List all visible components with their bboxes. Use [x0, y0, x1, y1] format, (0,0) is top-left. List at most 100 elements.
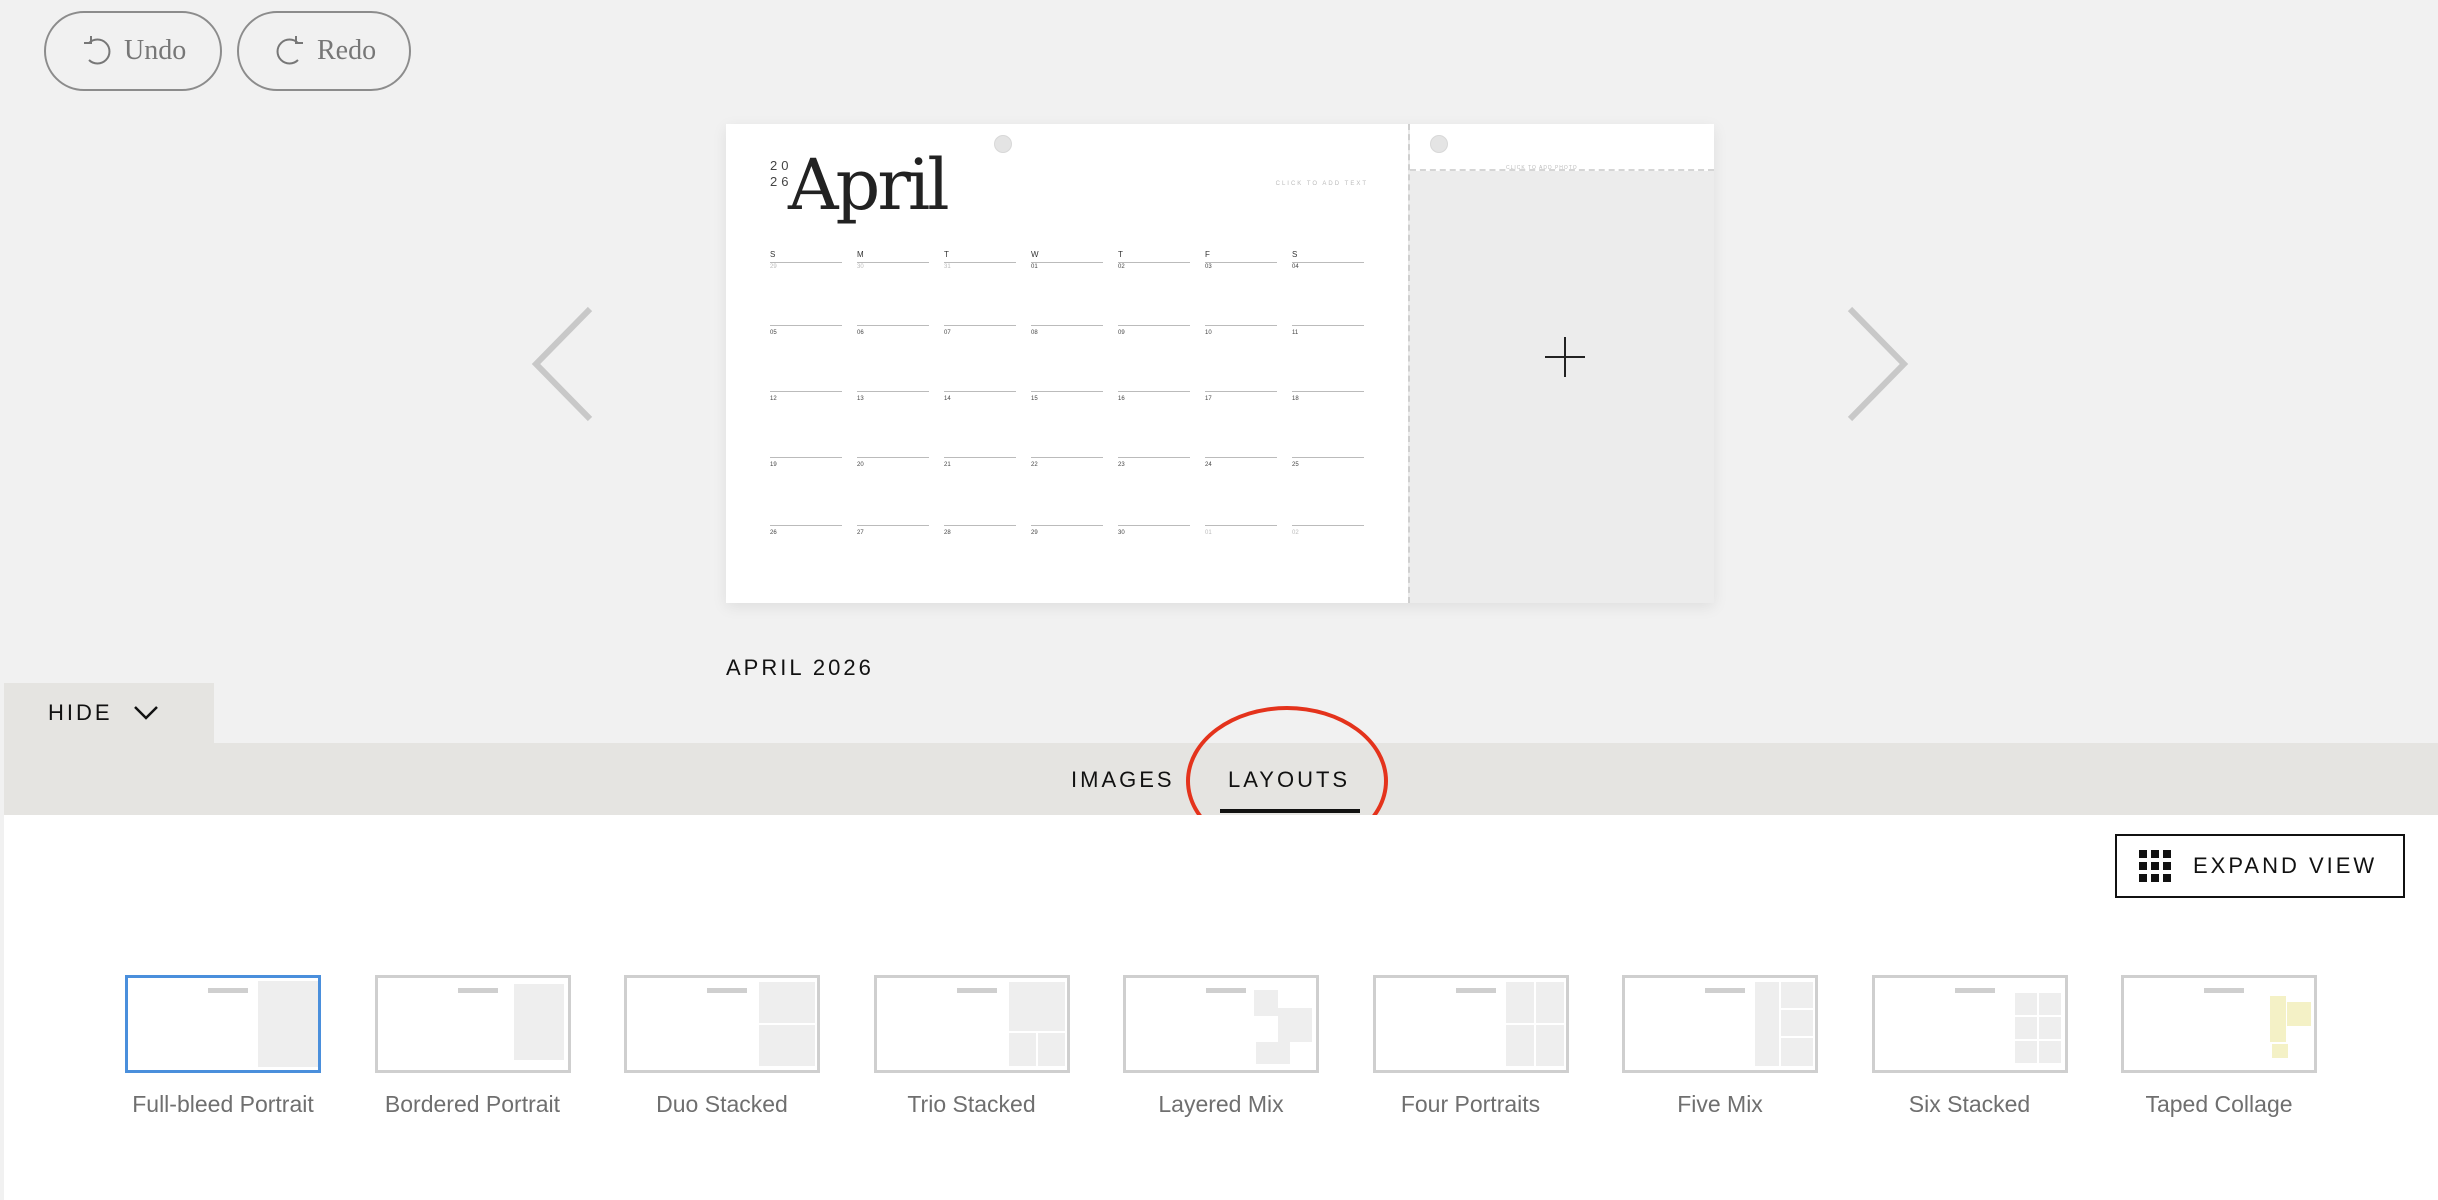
calendar-day[interactable]: 14 [944, 396, 951, 402]
thumbnail-photo-slot [2014, 1041, 2037, 1063]
day-rule [857, 325, 929, 326]
layout-option[interactable]: Four Portraits [1371, 975, 1571, 1118]
redo-button[interactable]: Redo [237, 11, 411, 91]
calendar-page[interactable]: 20 26 April CLICK TO ADD TEXT S M T W T F S 29 3… [726, 124, 1408, 603]
calendar-day[interactable]: 10 [1205, 330, 1212, 336]
layout-thumbnail[interactable] [1871, 975, 2068, 1073]
thumbnail-title-bar [956, 988, 997, 993]
layout-thumbnail[interactable] [873, 975, 1070, 1073]
chevron-left-icon[interactable] [530, 305, 600, 423]
calendar-day[interactable]: 24 [1205, 462, 1212, 468]
thumbnail-photo-slot [1535, 982, 1564, 1023]
calendar-day[interactable]: 01 [1205, 530, 1212, 536]
day-rule [1118, 325, 1190, 326]
calendar-day[interactable]: 02 [1118, 264, 1125, 270]
layout-option[interactable]: Five Mix [1620, 975, 1820, 1118]
calendar-day[interactable]: 05 [770, 330, 777, 336]
calendar-day[interactable]: 29 [1031, 530, 1038, 536]
thumbnail-title-bar [1455, 988, 1496, 993]
thumbnail-photo-slot [2038, 1017, 2061, 1039]
weekday-label: W [1031, 250, 1039, 259]
weekday-label: F [1205, 250, 1210, 259]
expand-view-button[interactable]: EXPAND VIEW [2115, 834, 2405, 898]
thumbnail-photo-slot [2038, 993, 2061, 1015]
chevron-right-icon[interactable] [1840, 305, 1910, 423]
layout-option[interactable]: Taped Collage [2119, 975, 2319, 1118]
redo-icon [276, 36, 303, 65]
layout-thumbnail[interactable] [374, 975, 571, 1073]
calendar-day[interactable]: 13 [857, 396, 864, 402]
layout-thumbnail[interactable] [1622, 975, 1818, 1073]
calendar-day[interactable]: 17 [1205, 396, 1212, 402]
layout-thumbnail[interactable] [2121, 975, 2317, 1073]
thumbnail-photo-slot [1256, 1042, 1290, 1064]
weekday-label: S [1292, 250, 1298, 259]
calendar-day[interactable]: 12 [770, 396, 777, 402]
calendar-day[interactable]: 28 [944, 530, 951, 536]
calendar-day[interactable]: 04 [1292, 264, 1299, 270]
weekday-label: M [857, 250, 864, 259]
layout-label: Taped Collage [2145, 1091, 2293, 1117]
layout-option[interactable]: Duo Stacked [622, 975, 822, 1118]
calendar-day[interactable]: 09 [1118, 330, 1125, 336]
calendar-day[interactable]: 22 [1031, 462, 1038, 468]
calendar-day[interactable]: 01 [1031, 264, 1038, 270]
day-rule [857, 391, 929, 392]
add-text-prompt[interactable]: CLICK TO ADD TEXT [1276, 181, 1368, 187]
tab-images[interactable]: IMAGES [1071, 767, 1175, 793]
layout-label: Six Stacked [1908, 1091, 2031, 1117]
day-rule [944, 325, 1016, 326]
thumbnail-photo-slot [1037, 1033, 1065, 1066]
calendar-day[interactable]: 29 [770, 264, 777, 270]
day-rule [1292, 391, 1364, 392]
calendar-day[interactable]: 26 [770, 530, 777, 536]
calendar-day[interactable]: 31 [944, 264, 951, 270]
thumbnail-title-bar [707, 988, 747, 993]
layout-option[interactable]: Trio Stacked [872, 975, 1072, 1118]
calendar-day[interactable]: 25 [1292, 462, 1299, 468]
calendar-day[interactable]: 30 [1118, 530, 1125, 536]
calendar-day[interactable]: 23 [1118, 462, 1125, 468]
layout-thumbnail[interactable] [1372, 975, 1569, 1073]
layout-option[interactable]: Full-bleed Portrait [123, 975, 323, 1118]
day-rule [770, 525, 842, 526]
calendar-day[interactable]: 11 [1292, 330, 1298, 336]
add-photo-plus-icon[interactable] [1545, 337, 1585, 377]
calendar-day[interactable]: 18 [1292, 396, 1299, 402]
thumbnail-photo-slot [1781, 982, 1813, 1008]
thumbnail-photo-slot [2014, 1017, 2037, 1039]
thumbnail-photo-slot [2014, 993, 2037, 1015]
layout-thumbnail[interactable] [624, 975, 820, 1073]
photo-page[interactable]: CLICK TO ADD PHOTO [1408, 124, 1714, 603]
layout-option[interactable]: Layered Mix [1121, 975, 1321, 1118]
thumbnail-title-bar [1206, 988, 1246, 993]
weekday-label: T [944, 250, 949, 259]
calendar-day[interactable]: 06 [857, 330, 864, 336]
layout-option[interactable]: Six Stacked [1870, 975, 2070, 1118]
calendar-day[interactable]: 16 [1118, 396, 1125, 402]
undo-button[interactable]: Undo [44, 11, 222, 91]
thumbnail-photo-slot [1781, 1010, 1813, 1036]
day-rule [1292, 525, 1364, 526]
calendar-day[interactable]: 27 [857, 530, 864, 536]
calendar-day[interactable]: 08 [1031, 330, 1038, 336]
calendar-day[interactable]: 20 [857, 462, 864, 468]
calendar-day[interactable]: 19 [770, 462, 777, 468]
layout-thumbnail[interactable] [125, 975, 321, 1073]
layout-option[interactable]: Bordered Portrait [373, 975, 573, 1118]
thumbnail-photo-slot [1254, 990, 1278, 1016]
layout-thumbnail[interactable] [1123, 975, 1319, 1073]
hide-button[interactable]: HIDE [4, 683, 214, 743]
day-rule [857, 525, 929, 526]
calendar-day[interactable]: 07 [944, 330, 951, 336]
layout-label: Duo Stacked [656, 1091, 788, 1117]
hide-label: HIDE [48, 700, 113, 725]
calendar-day[interactable]: 03 [1205, 264, 1212, 270]
calendar-day[interactable]: 15 [1031, 396, 1038, 402]
calendar-day[interactable]: 21 [944, 462, 951, 468]
thumbnail-photo-slot [2038, 1041, 2061, 1063]
weekday-rule [1292, 262, 1364, 263]
weekday-rule [944, 262, 1016, 263]
calendar-day[interactable]: 02 [1292, 530, 1299, 536]
calendar-day[interactable]: 30 [857, 264, 864, 270]
